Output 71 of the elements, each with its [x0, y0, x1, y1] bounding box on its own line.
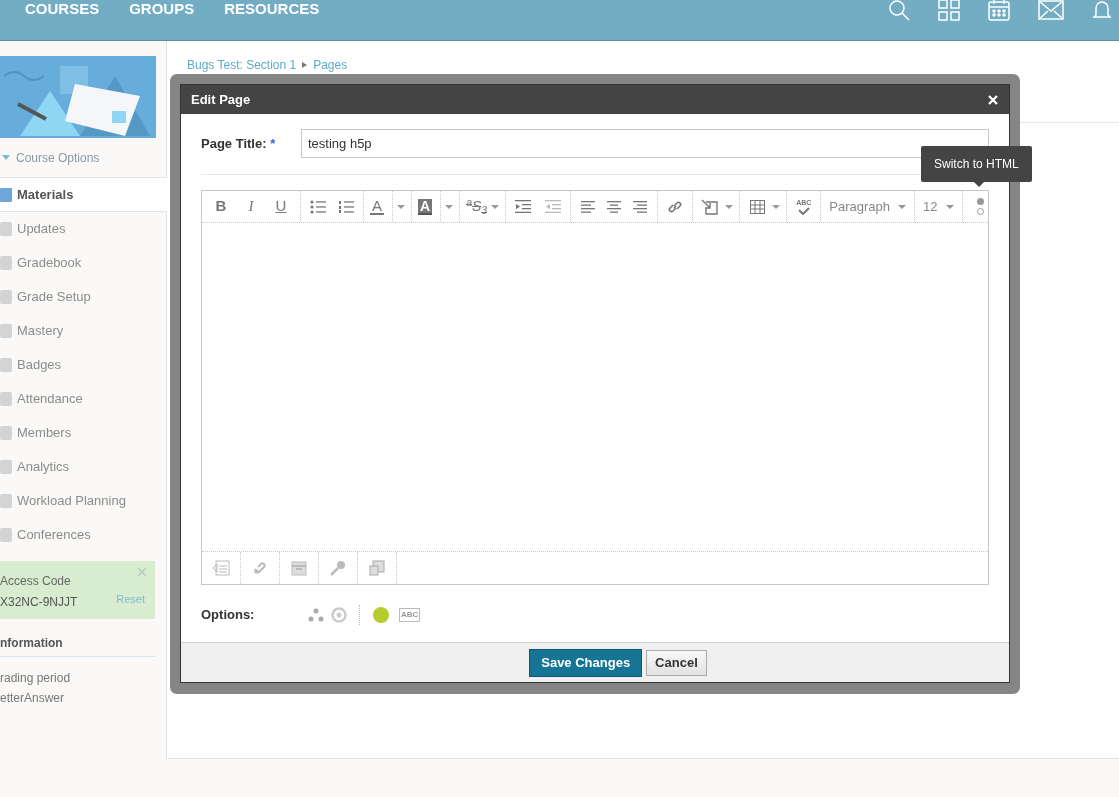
- access-code-title: Access Code: [0, 573, 72, 590]
- page-title-label: Page Title: *: [201, 134, 277, 153]
- sidebar-item[interactable]: Badges: [0, 348, 166, 382]
- nav-link[interactable]: GROUPS: [129, 0, 195, 21]
- sidebar-item[interactable]: Analytics: [0, 450, 166, 484]
- target-icon[interactable]: [331, 607, 347, 623]
- sidebar-item[interactable]: Gradebook: [0, 246, 166, 280]
- highlight-color-button[interactable]: A: [418, 198, 433, 215]
- save-changes-button[interactable]: Save Changes: [529, 648, 643, 677]
- media-embed-icon[interactable]: [368, 560, 386, 576]
- information-heading: nformation: [0, 634, 155, 657]
- breadcrumb-separator-icon: [302, 62, 308, 68]
- options-label: Options:: [201, 606, 256, 625]
- sidebar-item[interactable]: Attendance: [0, 382, 166, 416]
- dropdown-caret-icon[interactable]: [445, 204, 454, 209]
- tooltip-text: Switch to HTML: [934, 156, 1019, 173]
- checkmark-icon: [797, 206, 810, 215]
- menu-item-icon: [0, 256, 12, 270]
- menu-item-icon: [0, 494, 12, 508]
- menu-item-icon: [0, 222, 12, 236]
- dropdown-caret-icon[interactable]: [725, 204, 734, 209]
- page-title-field[interactable]: testing h5p: [301, 129, 989, 158]
- bold-button[interactable]: B: [208, 195, 234, 218]
- calendar-icon[interactable]: [988, 0, 1010, 21]
- menu-item-icon: [0, 460, 12, 474]
- block-format-dropdown[interactable]: Paragraph: [829, 196, 907, 217]
- sidebar-item[interactable]: Grade Setup: [0, 280, 166, 314]
- microphone-icon[interactable]: [329, 560, 347, 576]
- menu-item-icon: [0, 187, 12, 202]
- menu-item-icon: [0, 392, 12, 406]
- nav-link[interactable]: COURSES: [25, 0, 100, 21]
- reset-link[interactable]: Reset: [116, 591, 145, 608]
- dialog-title: Edit Page: [191, 90, 251, 109]
- grid-icon[interactable]: [938, 0, 960, 21]
- nav-link[interactable]: RESOURCES: [224, 0, 320, 21]
- bell-icon[interactable]: [1092, 0, 1112, 21]
- sidebar-item[interactable]: Workload Planning: [0, 484, 166, 518]
- italic-button[interactable]: I: [238, 195, 264, 218]
- sidebar-item[interactable]: Mastery: [0, 314, 166, 348]
- menu-item-icon: [0, 358, 12, 372]
- underline-button[interactable]: U: [268, 195, 294, 218]
- text-color-button[interactable]: A: [370, 198, 384, 215]
- dropdown-caret-icon[interactable]: [772, 204, 781, 209]
- close-button[interactable]: [987, 93, 999, 106]
- mail-icon[interactable]: [1038, 0, 1064, 20]
- cancel-button[interactable]: Cancel: [646, 649, 707, 676]
- menu-item-icon: [0, 324, 12, 338]
- dropdown-caret-icon[interactable]: [491, 204, 500, 209]
- font-size-dropdown[interactable]: 12: [923, 196, 954, 217]
- information-text: etterAnswer: [0, 690, 66, 707]
- information-text: rading period: [0, 670, 72, 687]
- menu-item-icon: [0, 528, 12, 542]
- search-icon[interactable]: [888, 0, 910, 21]
- superscript-subscript-button[interactable]: $^{a}$S$_{3}$: [466, 196, 488, 217]
- dropdown-caret-icon[interactable]: [397, 204, 405, 209]
- breadcrumb-link[interactable]: Bugs Test: Section 1: [187, 58, 297, 72]
- sidebar-item[interactable]: Members: [0, 416, 166, 450]
- course-options-link[interactable]: Course Options: [16, 148, 100, 167]
- dots-icon[interactable]: [307, 607, 325, 623]
- chain-link-icon[interactable]: [251, 560, 269, 576]
- insert-content-icon[interactable]: [212, 560, 230, 576]
- sidebar-item[interactable]: Updates: [0, 212, 166, 246]
- caret-icon: [2, 155, 10, 160]
- sidebar-item[interactable]: Conferences: [0, 518, 166, 552]
- sidebar-item[interactable]: Materials: [0, 178, 167, 212]
- file-box-icon[interactable]: [290, 560, 308, 576]
- menu-item-icon: [0, 426, 12, 440]
- abc-option-icon[interactable]: ABC: [399, 608, 421, 622]
- access-code-value: X32NC-9NJJT: [0, 594, 78, 611]
- menu-item-icon: [0, 290, 12, 304]
- breadcrumb-link[interactable]: Pages: [313, 58, 348, 72]
